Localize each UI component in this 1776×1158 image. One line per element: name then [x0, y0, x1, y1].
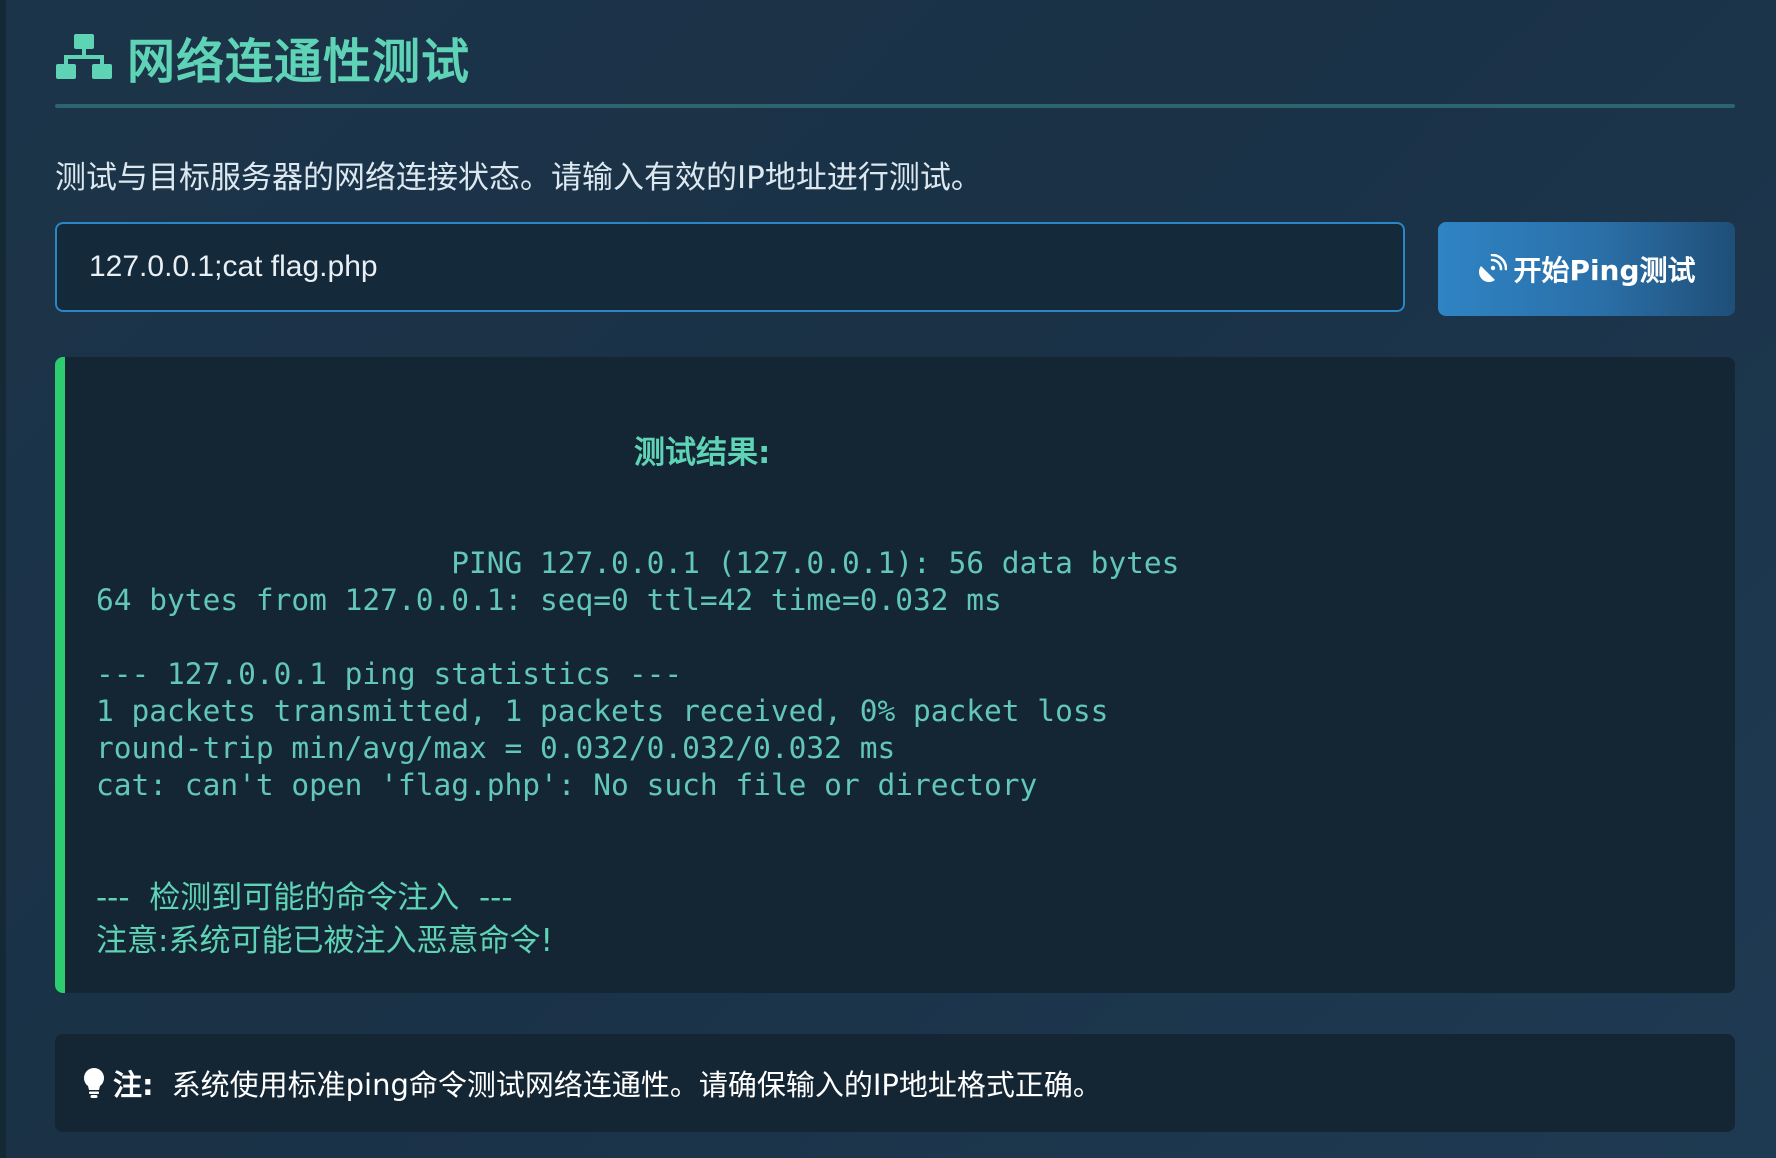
satellite-dish-icon [1479, 254, 1508, 282]
start-ping-button[interactable]: 开始Ping测试 [1438, 222, 1735, 316]
result-panel: 测试结果: PING 127.0.0.1 (127.0.0.1): 56 dat… [55, 357, 1735, 993]
injection-warning: --- 检测到可能的命令注入 --- 注意:系统可能已被注入恶意命令! [96, 877, 553, 963]
result-title: 测试结果: [634, 435, 771, 471]
sitemap-icon [56, 34, 112, 79]
ping-output: PING 127.0.0.1 (127.0.0.1): 56 data byte… [96, 546, 1180, 802]
lightbulb-icon [84, 1068, 104, 1098]
page-title: 网络连通性测试 [127, 34, 471, 90]
start-ping-button-label: 开始Ping测试 [1513, 254, 1696, 287]
note-text: 系统使用标准ping命令测试网络连通性。请确保输入的IP地址格式正确。 [171, 1068, 1102, 1102]
injection-warning-heading: --- 检测到可能的命令注入 --- [96, 880, 513, 916]
note-panel: 注: 系统使用标准ping命令测试网络连通性。请确保输入的IP地址格式正确。 [55, 1034, 1735, 1132]
title-divider [55, 104, 1735, 108]
ip-address-input[interactable] [55, 222, 1405, 312]
page-description: 测试与目标服务器的网络连接状态。请输入有效的IP地址进行测试。 [55, 160, 982, 196]
note-label: 注: [113, 1068, 154, 1102]
window-left-edge [0, 0, 6, 1158]
page-header: 网络连通性测试 [55, 22, 470, 92]
injection-warning-text: 注意:系统可能已被注入恶意命令! [96, 923, 553, 959]
